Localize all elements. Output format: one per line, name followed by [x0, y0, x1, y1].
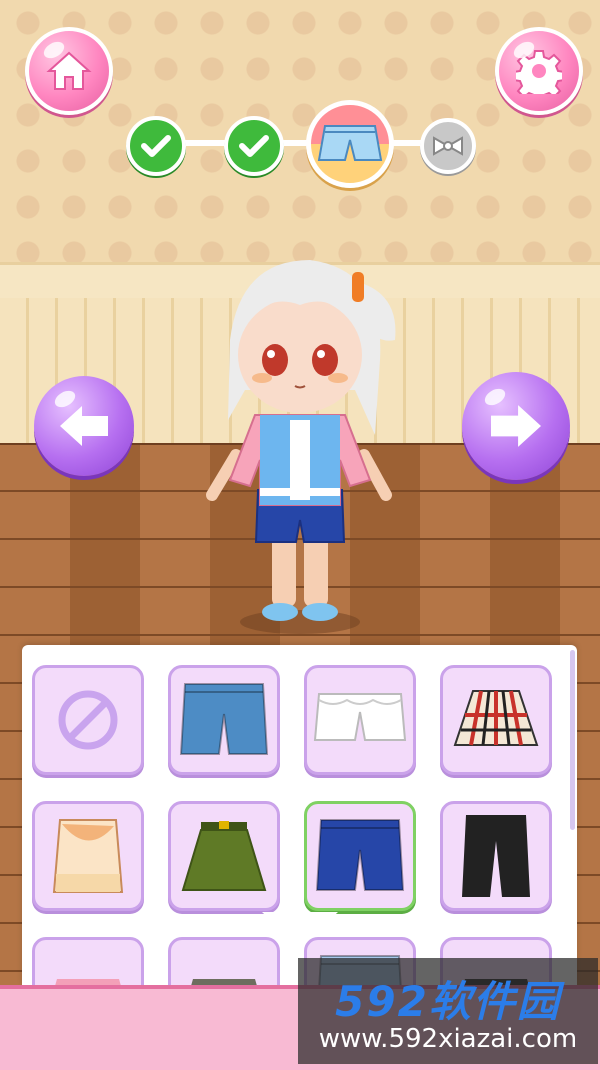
progress-track: [150, 140, 450, 146]
checkmark-icon: [239, 135, 269, 157]
no-item-icon: [56, 688, 120, 752]
navy-shorts-icon: [313, 816, 407, 896]
arrow-left-icon: [60, 406, 108, 446]
arrow-right-icon: [491, 405, 541, 447]
wardrobe-scrollbar[interactable]: [570, 650, 575, 830]
shorts-icon: [317, 125, 383, 161]
doll-character: [206, 260, 396, 634]
next-outfit-button[interactable]: [462, 372, 570, 480]
bow-icon: [433, 136, 463, 156]
lace-shorts-icon: [313, 690, 407, 750]
wardrobe-item-black-pants[interactable]: [440, 801, 552, 911]
scroll-down-indicator[interactable]: [262, 912, 338, 948]
wardrobe-item-koi-print-skirt[interactable]: [32, 801, 144, 911]
step-4-locked: [420, 118, 476, 174]
wardrobe-item-pink-skirt[interactable]: [32, 937, 144, 985]
step-1-done: [126, 116, 186, 176]
step-2-done: [224, 116, 284, 176]
denim-shorts-icon: [177, 680, 271, 760]
wardrobe-item-plaid-skirt[interactable]: [440, 665, 552, 775]
wardrobe-item-navy-shorts[interactable]: [304, 801, 416, 911]
wardrobe-item-white-lace-shorts[interactable]: [304, 665, 416, 775]
watermark-url: www.592xiazai.com: [318, 1024, 578, 1054]
wardrobe-item-none[interactable]: [32, 665, 144, 775]
checkmark-icon: [141, 135, 171, 157]
print-skirt-icon: [48, 816, 128, 896]
black-pants-icon: [456, 811, 536, 901]
step-3-current: [306, 100, 394, 188]
plaid-skirt-icon: [451, 685, 541, 755]
watermark-title: 592软件园: [335, 977, 561, 1026]
settings-button[interactable]: [495, 27, 583, 115]
skirt-icon: [43, 977, 133, 985]
skirt-icon: [179, 977, 269, 985]
wardrobe-item-olive-skirt[interactable]: [168, 801, 280, 911]
wardrobe-item-denim-shorts[interactable]: [168, 665, 280, 775]
prev-outfit-button[interactable]: [34, 376, 134, 476]
home-button[interactable]: [25, 27, 113, 115]
olive-skirt-icon: [179, 818, 269, 894]
